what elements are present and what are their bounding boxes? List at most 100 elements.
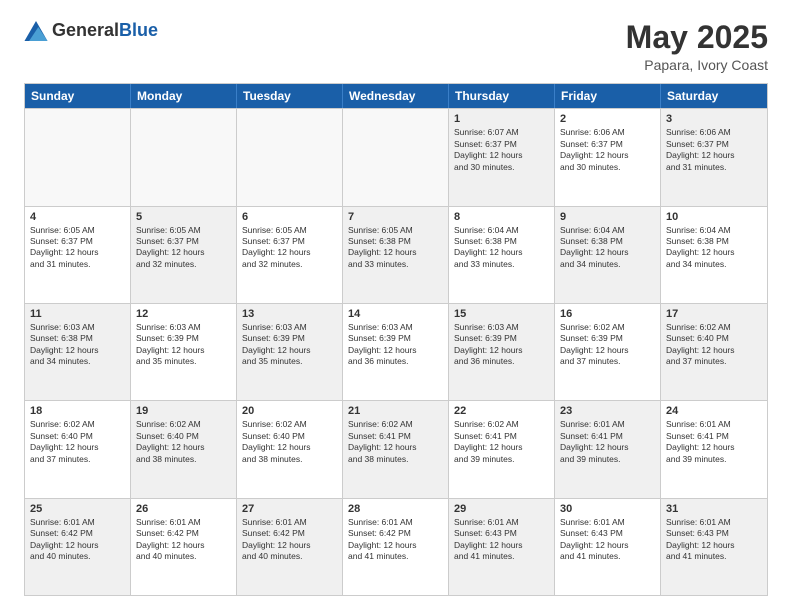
calendar-cell: 31Sunrise: 6:01 AM Sunset: 6:43 PM Dayli… xyxy=(661,499,767,595)
calendar-cell: 6Sunrise: 6:05 AM Sunset: 6:37 PM Daylig… xyxy=(237,207,343,303)
calendar-cell xyxy=(237,109,343,205)
day-number: 13 xyxy=(242,308,337,320)
calendar-cell: 23 Sunrise: 6:01 AM Sunset: 6:41 PM Dayli… xyxy=(555,401,661,497)
calendar-cell: 4Sunrise: 6:05 AM Sunset: 6:37 PM Daylig… xyxy=(25,207,131,303)
cell-info: Sunrise: 6:03 AM Sunset: 6:39 PM Dayligh… xyxy=(348,322,443,368)
page: GeneralBlue May 2025 Papara, Ivory Coast… xyxy=(0,0,792,612)
calendar-cell: 7 Sunrise: 6:05 AM Sunset: 6:38 PM Daylig… xyxy=(343,207,449,303)
day-number: 10 xyxy=(666,211,762,223)
day-number: 28 xyxy=(348,503,443,515)
day-number: 30 xyxy=(560,503,655,515)
calendar-cell: 22Sunrise: 6:02 AM Sunset: 6:41 PM Dayli… xyxy=(449,401,555,497)
cell-info: Sunrise: 6:03 AM Sunset: 6:39 PM Dayligh… xyxy=(242,322,337,368)
day-number: 23 xyxy=(560,405,655,417)
cell-info: Sunrise: 6:03 AM Sunset: 6:39 PM Dayligh… xyxy=(136,322,231,368)
day-number: 3 xyxy=(666,113,762,125)
day-number: 14 xyxy=(348,308,443,320)
calendar-week: 18 Sunrise: 6:02 AM Sunset: 6:40 PM Dayli… xyxy=(25,400,767,497)
calendar-header-cell: Monday xyxy=(131,84,237,108)
calendar-cell: 29 Sunrise: 6:01 AM Sunset: 6:43 PM Dayli… xyxy=(449,499,555,595)
cell-info: Sunrise: 6:01 AM Sunset: 6:43 PM Dayligh… xyxy=(666,517,762,563)
cell-info: Sunrise: 6:02 AM Sunset: 6:40 PM Dayligh… xyxy=(30,419,125,465)
cell-info: Sunrise: 6:03 AM Sunset: 6:39 PM Dayligh… xyxy=(454,322,549,368)
day-number: 29 xyxy=(454,503,549,515)
calendar-cell: 12 Sunrise: 6:03 AM Sunset: 6:39 PM Dayli… xyxy=(131,304,237,400)
calendar-cell: 2 Sunrise: 6:06 AM Sunset: 6:37 PM Daylig… xyxy=(555,109,661,205)
calendar-cell: 9 Sunrise: 6:04 AM Sunset: 6:38 PM Daylig… xyxy=(555,207,661,303)
day-number: 22 xyxy=(454,405,549,417)
cell-info: Sunrise: 6:01 AM Sunset: 6:41 PM Dayligh… xyxy=(560,419,655,465)
calendar-body: 1 Sunrise: 6:07 AM Sunset: 6:37 PM Daylig… xyxy=(25,108,767,595)
cell-info: Sunrise: 6:01 AM Sunset: 6:42 PM Dayligh… xyxy=(136,517,231,563)
day-number: 26 xyxy=(136,503,231,515)
header: GeneralBlue May 2025 Papara, Ivory Coast xyxy=(24,20,768,73)
cell-info: Sunrise: 6:05 AM Sunset: 6:37 PM Dayligh… xyxy=(242,225,337,271)
calendar: SundayMondayTuesdayWednesdayThursdayFrid… xyxy=(24,83,768,596)
calendar-week: 11 Sunrise: 6:03 AM Sunset: 6:38 PM Dayli… xyxy=(25,303,767,400)
cell-info: Sunrise: 6:02 AM Sunset: 6:40 PM Dayligh… xyxy=(136,419,231,465)
calendar-cell: 30 Sunrise: 6:01 AM Sunset: 6:43 PM Dayli… xyxy=(555,499,661,595)
calendar-cell: 8Sunrise: 6:04 AM Sunset: 6:38 PM Daylig… xyxy=(449,207,555,303)
calendar-cell: 11 Sunrise: 6:03 AM Sunset: 6:38 PM Dayli… xyxy=(25,304,131,400)
calendar-header-cell: Wednesday xyxy=(343,84,449,108)
cell-info: Sunrise: 6:01 AM Sunset: 6:42 PM Dayligh… xyxy=(348,517,443,563)
calendar-cell: 28 Sunrise: 6:01 AM Sunset: 6:42 PM Dayli… xyxy=(343,499,449,595)
cell-info: Sunrise: 6:01 AM Sunset: 6:43 PM Dayligh… xyxy=(454,517,549,563)
calendar-week: 25Sunrise: 6:01 AM Sunset: 6:42 PM Dayli… xyxy=(25,498,767,595)
day-number: 11 xyxy=(30,308,125,320)
day-number: 21 xyxy=(348,405,443,417)
calendar-header-cell: Tuesday xyxy=(237,84,343,108)
cell-info: Sunrise: 6:06 AM Sunset: 6:37 PM Dayligh… xyxy=(560,127,655,173)
day-number: 15 xyxy=(454,308,549,320)
calendar-cell: 26 Sunrise: 6:01 AM Sunset: 6:42 PM Dayli… xyxy=(131,499,237,595)
day-number: 9 xyxy=(560,211,655,223)
calendar-cell: 18 Sunrise: 6:02 AM Sunset: 6:40 PM Dayli… xyxy=(25,401,131,497)
day-number: 27 xyxy=(242,503,337,515)
calendar-cell: 10Sunrise: 6:04 AM Sunset: 6:38 PM Dayli… xyxy=(661,207,767,303)
calendar-cell xyxy=(131,109,237,205)
cell-info: Sunrise: 6:02 AM Sunset: 6:40 PM Dayligh… xyxy=(666,322,762,368)
calendar-header-cell: Saturday xyxy=(661,84,767,108)
day-number: 20 xyxy=(242,405,337,417)
calendar-header: SundayMondayTuesdayWednesdayThursdayFrid… xyxy=(25,84,767,108)
cell-info: Sunrise: 6:04 AM Sunset: 6:38 PM Dayligh… xyxy=(560,225,655,271)
subtitle: Papara, Ivory Coast xyxy=(626,57,768,73)
calendar-cell: 15 Sunrise: 6:03 AM Sunset: 6:39 PM Dayli… xyxy=(449,304,555,400)
cell-info: Sunrise: 6:02 AM Sunset: 6:41 PM Dayligh… xyxy=(348,419,443,465)
calendar-cell: 25Sunrise: 6:01 AM Sunset: 6:42 PM Dayli… xyxy=(25,499,131,595)
cell-info: Sunrise: 6:06 AM Sunset: 6:37 PM Dayligh… xyxy=(666,127,762,173)
calendar-week: 1 Sunrise: 6:07 AM Sunset: 6:37 PM Daylig… xyxy=(25,108,767,205)
day-number: 18 xyxy=(30,405,125,417)
day-number: 7 xyxy=(348,211,443,223)
day-number: 19 xyxy=(136,405,231,417)
calendar-cell: 16 Sunrise: 6:02 AM Sunset: 6:39 PM Dayli… xyxy=(555,304,661,400)
cell-info: Sunrise: 6:02 AM Sunset: 6:40 PM Dayligh… xyxy=(242,419,337,465)
calendar-week: 4 Sunrise: 6:05 AM Sunset: 6:37 PM Daylig… xyxy=(25,206,767,303)
day-number: 12 xyxy=(136,308,231,320)
day-number: 2 xyxy=(560,113,655,125)
day-number: 4 xyxy=(30,211,125,223)
logo-blue: Blue xyxy=(119,20,158,40)
cell-info: Sunrise: 6:01 AM Sunset: 6:43 PM Dayligh… xyxy=(560,517,655,563)
day-number: 8 xyxy=(454,211,549,223)
cell-info: Sunrise: 6:03 AM Sunset: 6:38 PM Dayligh… xyxy=(30,322,125,368)
calendar-cell: 1 Sunrise: 6:07 AM Sunset: 6:37 PM Daylig… xyxy=(449,109,555,205)
calendar-cell xyxy=(343,109,449,205)
cell-info: Sunrise: 6:01 AM Sunset: 6:42 PM Dayligh… xyxy=(242,517,337,563)
day-number: 16 xyxy=(560,308,655,320)
calendar-header-cell: Friday xyxy=(555,84,661,108)
calendar-cell: 17Sunrise: 6:02 AM Sunset: 6:40 PM Dayli… xyxy=(661,304,767,400)
calendar-cell: 27 Sunrise: 6:01 AM Sunset: 6:42 PM Dayli… xyxy=(237,499,343,595)
calendar-header-cell: Sunday xyxy=(25,84,131,108)
cell-info: Sunrise: 6:07 AM Sunset: 6:37 PM Dayligh… xyxy=(454,127,549,173)
logo: GeneralBlue xyxy=(24,20,158,41)
calendar-cell: 14 Sunrise: 6:03 AM Sunset: 6:39 PM Dayli… xyxy=(343,304,449,400)
day-number: 24 xyxy=(666,405,762,417)
title-block: May 2025 Papara, Ivory Coast xyxy=(626,20,768,73)
cell-info: Sunrise: 6:05 AM Sunset: 6:37 PM Dayligh… xyxy=(136,225,231,271)
cell-info: Sunrise: 6:05 AM Sunset: 6:38 PM Dayligh… xyxy=(348,225,443,271)
calendar-cell: 19 Sunrise: 6:02 AM Sunset: 6:40 PM Dayli… xyxy=(131,401,237,497)
day-number: 1 xyxy=(454,113,549,125)
calendar-cell: 21 Sunrise: 6:02 AM Sunset: 6:41 PM Dayli… xyxy=(343,401,449,497)
cell-info: Sunrise: 6:02 AM Sunset: 6:39 PM Dayligh… xyxy=(560,322,655,368)
